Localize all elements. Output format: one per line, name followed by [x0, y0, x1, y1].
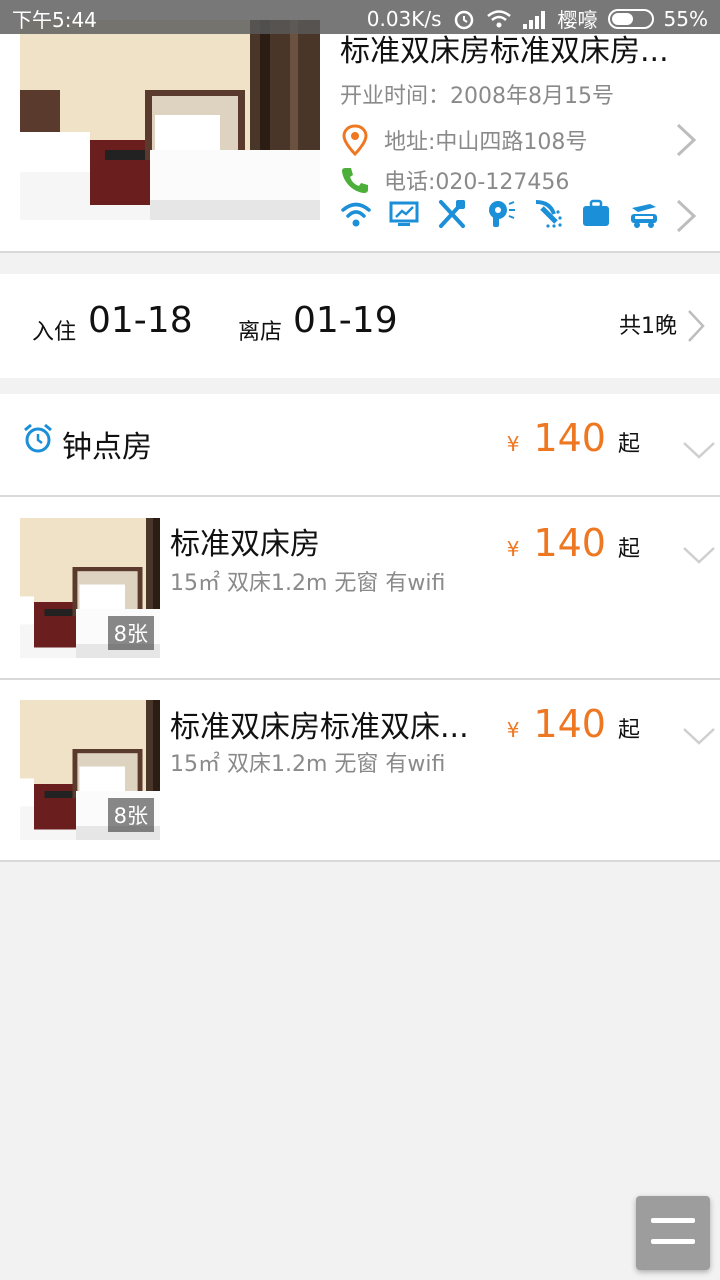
- alarm-clock-icon: [24, 423, 52, 453]
- location-pin-icon: [342, 124, 368, 156]
- hourly-room-row[interactable]: 钟点房 ¥ 140 起: [0, 394, 720, 497]
- checkin-label: 入住: [32, 320, 77, 345]
- room-price: ¥ 140 起: [506, 521, 640, 565]
- airport-shuttle-icon: [631, 204, 657, 228]
- room-row[interactable]: 8张 标准双床房标准双床... 15㎡ 双床1.2m 无窗 有wifi ¥ 14…: [0, 680, 720, 862]
- amenities-row: [340, 198, 660, 230]
- status-speed: 0.03K/s: [366, 6, 442, 31]
- room-photo[interactable]: 8张: [20, 700, 160, 840]
- wifi-status-icon: [486, 9, 511, 27]
- nights-count: 共1晚: [619, 314, 677, 339]
- hotel-phone[interactable]: 电话:020-127456: [340, 164, 569, 196]
- status-bar: 下午5:44 0.03K/s 樱嚎 55%: [0, 0, 720, 34]
- checkin-date: 01-18: [88, 300, 193, 341]
- room-spec: 15㎡ 双床1.2m 无窗 有wifi: [170, 571, 446, 596]
- phone-icon: [342, 168, 368, 193]
- alarm-status-icon: [454, 10, 473, 29]
- status-time: 下午5:44: [12, 8, 97, 32]
- computer-icon: [389, 201, 419, 226]
- hourly-price: ¥ 140 起: [506, 416, 640, 460]
- stay-dates-row[interactable]: 入住 01-18 离店 01-19 共1晚: [0, 274, 720, 378]
- room-photo[interactable]: 8张: [20, 518, 160, 658]
- status-battery: 55%: [663, 6, 708, 31]
- battery-icon: [607, 8, 654, 29]
- hotel-phone-text: 电话:020-127456: [384, 170, 570, 195]
- luggage-icon: [583, 199, 609, 226]
- chevron-down-icon[interactable]: [682, 440, 716, 460]
- restaurant-icon: [439, 200, 465, 228]
- signal-status-icon: [522, 10, 545, 29]
- chevron-down-icon[interactable]: [682, 726, 716, 746]
- status-carrier: 樱嚎: [557, 8, 598, 32]
- hotel-photo[interactable]: [20, 20, 320, 220]
- address-chevron-right-icon[interactable]: [674, 122, 698, 158]
- hotel-address[interactable]: 地址:中山四路108号: [340, 124, 587, 156]
- room-name: 标准双床房: [170, 527, 320, 562]
- room-price: ¥ 140 起: [506, 702, 640, 746]
- room-row[interactable]: 8张 标准双床房 15㎡ 双床1.2m 无窗 有wifi ¥ 140 起: [0, 497, 720, 680]
- hairdryer-icon: [489, 201, 515, 227]
- hourly-room-label: 钟点房: [62, 430, 152, 465]
- room-name: 标准双床房标准双床...: [170, 710, 469, 745]
- hotel-open-time: 开业时间：2008年8月15号: [340, 84, 614, 109]
- hotel-header-card[interactable]: 标准双床房标准双床房... 开业时间：2008年8月15号 地址:中山四路108…: [0, 0, 720, 253]
- photo-count-badge: 8张: [107, 616, 154, 650]
- checkout-label: 离店: [238, 320, 283, 345]
- shower-icon: [535, 200, 562, 228]
- amenities-chevron-right-icon[interactable]: [674, 198, 698, 234]
- hotel-address-text: 地址:中山四路108号: [384, 130, 588, 155]
- menu-button[interactable]: [636, 1196, 710, 1270]
- photo-count-badge: 8张: [107, 798, 154, 832]
- dates-chevron-right-icon: [688, 310, 705, 342]
- chevron-down-icon[interactable]: [682, 545, 716, 565]
- room-spec: 15㎡ 双床1.2m 无窗 有wifi: [170, 752, 446, 777]
- checkout-date: 01-19: [293, 300, 398, 341]
- menu-icon: [651, 1218, 695, 1223]
- wifi-icon: [341, 202, 371, 227]
